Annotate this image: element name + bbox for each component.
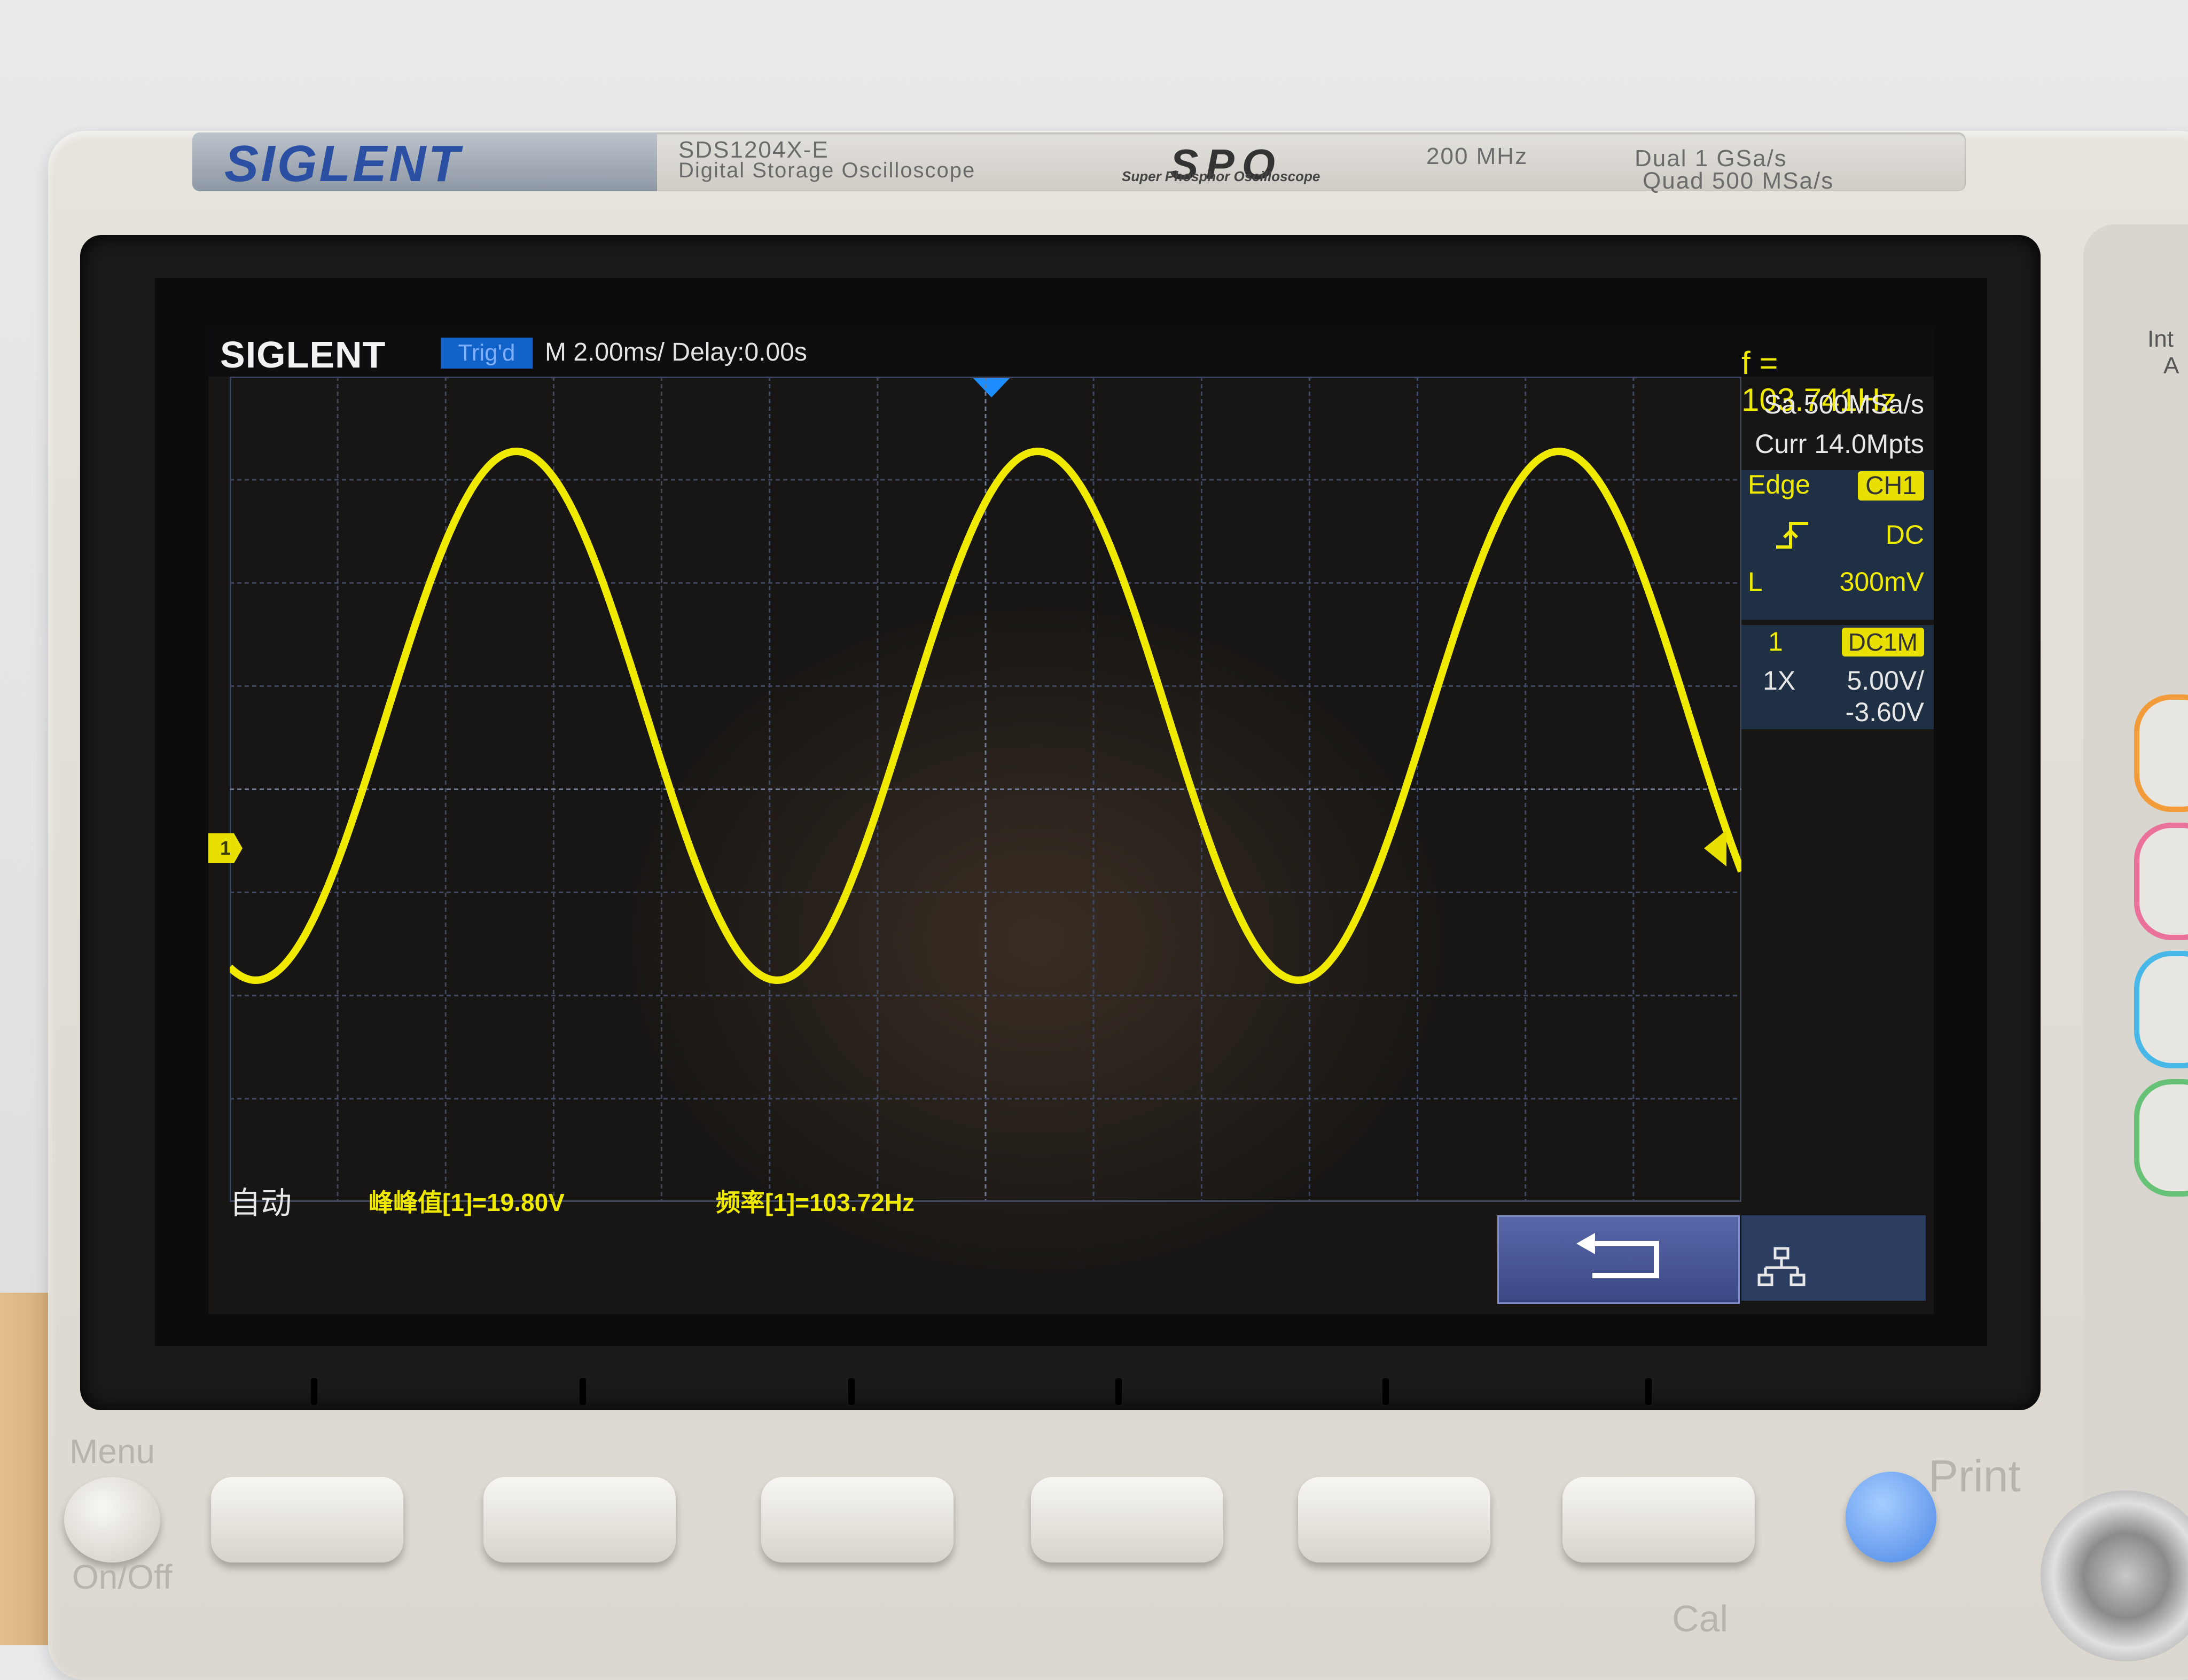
bandwidth-label: 200 MHz [1426, 143, 1528, 169]
trigger-type: Edge [1748, 470, 1810, 499]
channel-number: 1 [1768, 627, 1783, 657]
print-button[interactable] [1846, 1472, 1936, 1562]
trigger-level-label: L [1748, 567, 1763, 597]
print-label: Print [1928, 1451, 2021, 1501]
volts-per-div: 5.00V/ [1847, 666, 1924, 696]
network-icon [1757, 1247, 1806, 1298]
onoff-label: On/Off [72, 1558, 173, 1596]
channel-impedance-badge: DC1M [1841, 628, 1924, 657]
info-panel: f = 103.741Hz Sa 500MSa/s Curr 14.0Mpts … [1741, 326, 1934, 1074]
network-status-button[interactable] [1741, 1215, 1926, 1301]
trigger-source-badge: CH1 [1857, 471, 1924, 501]
trigger-level-value: 300mV [1839, 567, 1924, 597]
softkey-tick [311, 1378, 317, 1405]
softkey-5[interactable] [1298, 1477, 1490, 1562]
probe-attenuation: 1X [1763, 666, 1796, 696]
trigger-level-marker[interactable] [1704, 830, 1726, 866]
acquisition-mode: 自动 [230, 1186, 292, 1221]
sample-rate-quad: Quad 500 MSa/s [1643, 168, 1834, 194]
timebase-readout: M 2.00ms/ Delay:0.00s [545, 338, 807, 366]
screen-logo: SIGLENT [220, 334, 386, 376]
menu-label: Menu [69, 1432, 155, 1471]
trigger-status-badge: Trig'd [441, 338, 533, 369]
measurement-vpp: 峰峰值[1]=19.80V [369, 1189, 565, 1216]
softkey-2[interactable] [483, 1477, 676, 1562]
softkey-4[interactable] [1031, 1477, 1223, 1562]
spo-subtitle: Super Phosphor Oscilloscope [1122, 168, 1320, 184]
menu-onoff-button[interactable] [64, 1477, 160, 1562]
channel-2-button[interactable] [2134, 823, 2188, 940]
softkey-tick [848, 1378, 855, 1405]
trigger-coupling: DC [1885, 520, 1924, 550]
softkey-tick [1115, 1378, 1122, 1405]
graticule [230, 377, 1741, 1202]
channel-1-button[interactable] [2134, 694, 2188, 812]
channel-offset: -3.60V [1845, 697, 1924, 727]
sample-rate-readout: Sa 500MSa/s [1763, 389, 1924, 419]
return-arrow-icon [1571, 1233, 1667, 1295]
softkey-1[interactable] [211, 1477, 403, 1562]
rising-edge-icon [1773, 519, 1811, 558]
softkey-tick [580, 1378, 586, 1405]
cal-label: Cal [1672, 1598, 1729, 1639]
scope-display: SIGLENT Trig'd M 2.00ms/ Delay:0.00s 1 f… [208, 326, 1934, 1314]
softkey-3[interactable] [761, 1477, 954, 1562]
softkey-6[interactable] [1562, 1477, 1755, 1562]
back-button[interactable] [1497, 1215, 1740, 1304]
softkey-tick [1382, 1378, 1389, 1405]
intensity-label: Int A [2147, 326, 2179, 379]
softkey-tick [1645, 1378, 1652, 1405]
channel-4-button[interactable] [2134, 1079, 2188, 1197]
measurement-frequency: 频率[1]=103.72Hz [716, 1189, 915, 1216]
model-description: Digital Storage Oscilloscope [678, 159, 976, 182]
memory-depth-readout: Curr 14.0Mpts [1755, 429, 1924, 459]
channel-3-button[interactable] [2134, 951, 2188, 1068]
siglent-logo: SIGLENT [224, 135, 462, 192]
